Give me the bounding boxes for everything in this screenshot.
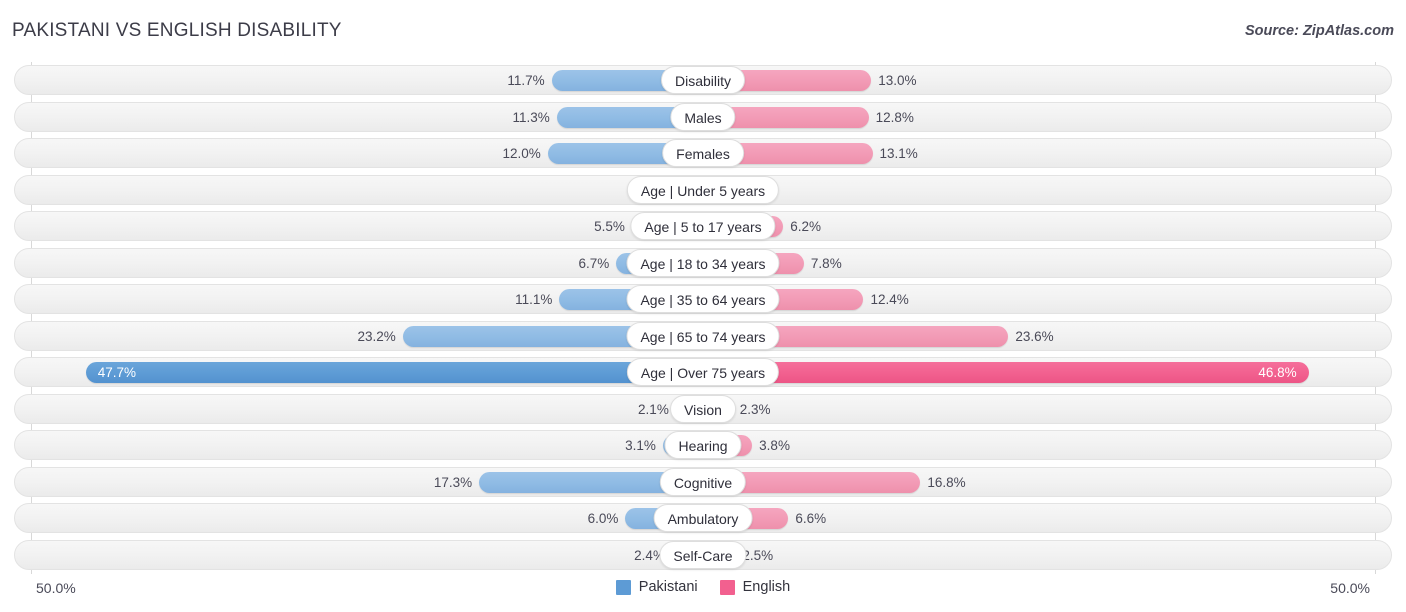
row-category-label: Age | 18 to 34 years [626, 248, 780, 277]
legend-label: Pakistani [638, 579, 698, 595]
value-label-pakistani: 5.5% [594, 219, 625, 234]
value-label-english: 12.8% [875, 109, 914, 125]
chart-row: 23.2% 23.6% Age | 65 to 74 years [0, 318, 1406, 355]
value-label-english: 6.6% [795, 511, 827, 526]
page-title: PAKISTANI VS ENGLISH DISABILITY [12, 20, 342, 41]
row-category-label: Vision [670, 394, 736, 423]
chart-row: 2.1% 2.3% Vision [0, 391, 1406, 428]
value-label-pakistani: 11.3% [512, 109, 550, 125]
value-label-english: 6.2% [790, 219, 821, 234]
row-category-label: Age | Over 75 years [626, 358, 780, 386]
row-category-label: Cognitive [659, 467, 747, 496]
value-label-english: 2.5% [742, 547, 774, 563]
chart-row: 47.7% 46.8% Age | Over 75 years [0, 354, 1406, 391]
chart-row: 11.7% 13.0% Disability [0, 62, 1406, 99]
value-label-english: 7.8% [810, 255, 842, 271]
chart-row: 2.4% 2.5% Self-Care [0, 537, 1406, 574]
value-label-pakistani: 6.0% [587, 511, 619, 526]
chart-row: 1.3%1.7%Age | Under 5 years [0, 172, 1406, 209]
chart-plot-area: 11.7% 13.0% Disability 11.3% 12.8% Males 12.0%… [0, 62, 1406, 574]
chart-rows: 11.7% 13.0% Disability 11.3% 12.8% Males 12.0%… [0, 62, 1406, 573]
value-label-english: 13.0% [878, 73, 917, 88]
row-category-label: Females [662, 139, 744, 167]
value-label-pakistani: 11.1% [515, 292, 553, 307]
bar-english [703, 362, 1309, 383]
chart-row: 17.3% 16.8% Cognitive [0, 464, 1406, 501]
row-category-label: Males [670, 102, 736, 131]
value-label-pakistani: 23.2% [357, 328, 396, 344]
row-category-label: Age | Under 5 years [626, 175, 780, 204]
legend-swatch-icon [719, 579, 735, 595]
row-category-label: Ambulatory [653, 504, 753, 532]
value-label-pakistani: 2.1% [638, 401, 669, 417]
value-label-english: 12.4% [870, 292, 909, 307]
row-category-label: Age | 35 to 64 years [626, 285, 780, 313]
chart-row: 6.0% 6.6% Ambulatory [0, 500, 1406, 537]
row-category-label: Disability [660, 66, 746, 94]
legend-item[interactable]: Pakistani [615, 579, 698, 595]
legend-swatch-icon [615, 579, 631, 595]
value-label-english: 16.8% [927, 474, 966, 490]
value-label-english: 23.6% [1015, 328, 1054, 344]
chart-row: 11.1% 12.4% Age | 35 to 64 years [0, 281, 1406, 318]
row-category-label: Age | 65 to 74 years [626, 321, 780, 350]
value-label-pakistani: 47.7% [97, 365, 137, 380]
value-label-pakistani: 12.0% [502, 146, 541, 161]
bar-pakistani [85, 362, 703, 383]
value-label-pakistani: 6.7% [578, 255, 610, 271]
chart-footer: 50.0% 50.0% Pakistani English [0, 574, 1406, 612]
row-category-label: Self-Care [659, 540, 747, 569]
legend-label: English [742, 579, 791, 595]
value-label-pakistani: 17.3% [433, 474, 473, 490]
row-category-label: Age | 5 to 17 years [630, 212, 776, 240]
chart-header: PAKISTANI VS ENGLISH DISABILITY Source: … [0, 0, 1406, 60]
row-category-label: Hearing [664, 431, 742, 459]
value-label-english: 46.8% [1258, 365, 1297, 380]
value-label-english: 13.1% [879, 146, 918, 161]
legend-item[interactable]: English [719, 579, 791, 595]
source-attribution: Source: ZipAtlas.com [1244, 23, 1394, 39]
chart-row: 6.7% 7.8% Age | 18 to 34 years [0, 245, 1406, 282]
chart-row: 12.0% 13.1% Females [0, 135, 1406, 172]
chart-row: 11.3% 12.8% Males [0, 99, 1406, 136]
chart-row: 5.5% 6.2% Age | 5 to 17 years [0, 208, 1406, 245]
value-label-english: 2.3% [739, 401, 771, 417]
chart-row: 3.1% 3.8% Hearing [0, 427, 1406, 464]
chart-legend: Pakistani English [0, 579, 1406, 595]
value-label-pakistani: 3.1% [625, 438, 656, 453]
value-label-english: 3.8% [759, 438, 790, 453]
value-label-pakistani: 11.7% [507, 73, 545, 88]
